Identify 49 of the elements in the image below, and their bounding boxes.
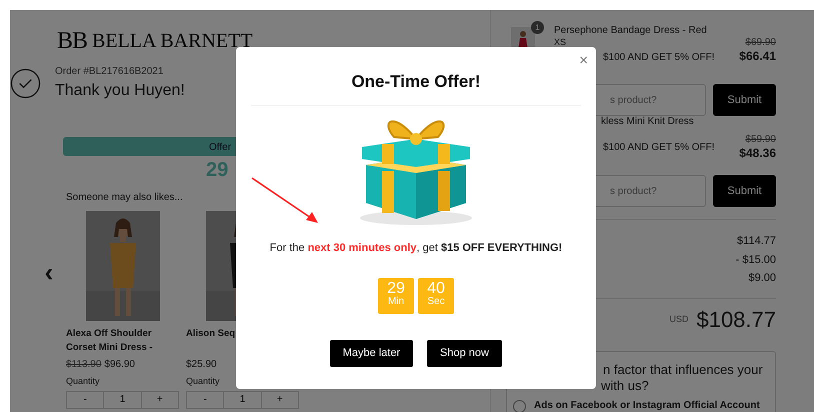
old-price: $113.90: [66, 358, 102, 372]
shop-now-button[interactable]: Shop now: [427, 340, 502, 367]
thank-you-heading: Thank you Huyen!: [55, 81, 185, 101]
old-price: $69.90: [744, 37, 776, 49]
countdown-unit: Min: [386, 297, 406, 307]
countdown-unit: Sec: [426, 297, 446, 307]
offer-countdown: 29: [206, 160, 228, 180]
decrement-button[interactable]: -: [186, 390, 224, 408]
product-name[interactable]: Alison Seq: [186, 327, 236, 357]
countdown-value: 29: [386, 281, 406, 297]
product-price: $25.90: [186, 358, 217, 372]
summary-amount: - $15.00: [736, 252, 776, 268]
total-amount: $108.77: [696, 306, 776, 332]
brand-logo[interactable]: BB BELLA BARNETT: [57, 28, 253, 54]
product-price: $48.36: [739, 146, 776, 160]
quantity-label: Quantity: [186, 375, 220, 388]
count-badge: 1: [531, 21, 544, 34]
product-name: kless Mini Knit Dress: [601, 116, 694, 128]
old-price: $59.90: [744, 134, 776, 146]
section-title: Someone may also likes...: [66, 191, 183, 205]
product-name[interactable]: Alexa Off Shoulder Corset Mini Dress -: [66, 327, 179, 357]
option-label[interactable]: Ads on Facebook or Instagram Official Account: [534, 400, 760, 412]
promo-text: $100 AND GET 5% OFF!: [603, 142, 715, 154]
decrement-button[interactable]: -: [66, 390, 104, 408]
quantity-label: Quantity: [66, 375, 100, 388]
survey-question: with us?: [601, 378, 649, 394]
quantity-field[interactable]: 1: [104, 390, 141, 408]
countdown-value: 40: [426, 281, 446, 297]
submit-button[interactable]: Submit: [713, 175, 776, 207]
promo-text: $100 AND GET 5% OFF!: [603, 52, 715, 64]
increment-button[interactable]: +: [140, 390, 179, 408]
order-number: Order #BL217616B2021: [55, 65, 164, 79]
offer-message: For the next 30 minutes only, get $15 OFF EVERYTHING!: [268, 240, 564, 256]
summary-amount: $114.77: [737, 234, 776, 249]
variant-label: XS: [554, 37, 566, 47]
submit-button[interactable]: Submit: [713, 84, 776, 116]
product-price: $96.90: [104, 358, 135, 372]
summary-amount: $9.00: [748, 271, 776, 286]
product-price: $66.41: [739, 49, 776, 63]
radio-button[interactable]: [513, 400, 526, 412]
product-name: Persephone Bandage Dress - Red: [554, 25, 707, 37]
check-circle-icon: [10, 68, 41, 99]
dialog-title: One-Time Offer!: [350, 71, 482, 93]
close-button[interactable]: ×: [577, 51, 590, 70]
increment-button[interactable]: +: [260, 390, 299, 408]
survey-question: n factor that influences your: [603, 362, 763, 378]
currency-label: USD: [669, 312, 688, 326]
maybe-later-button[interactable]: Maybe later: [330, 340, 413, 367]
quantity-field[interactable]: 1: [224, 390, 261, 408]
